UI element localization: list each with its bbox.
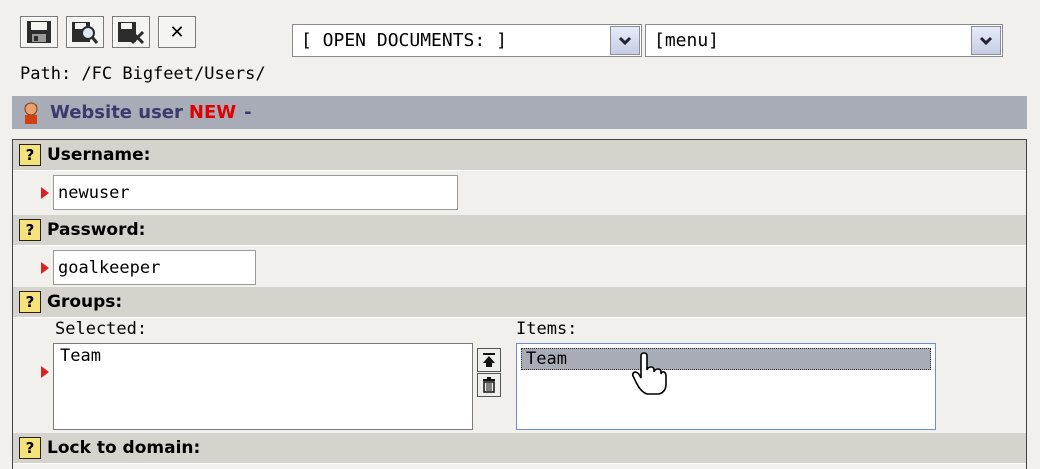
toolbar: ✕ <box>20 16 196 56</box>
form-panel: ? Username: newuser ? Password: goalkeep… <box>12 139 1027 469</box>
chevron-down-icon[interactable] <box>610 26 640 55</box>
help-icon[interactable]: ? <box>19 291 41 313</box>
move-top-icon <box>483 353 495 367</box>
password-input[interactable]: goalkeeper <box>53 250 256 285</box>
selected-label: Selected: <box>55 319 148 339</box>
save-and-close-button[interactable] <box>112 16 150 48</box>
save-button[interactable] <box>20 16 58 48</box>
record-suffix: - <box>244 102 252 123</box>
username-value: newuser <box>58 182 130 203</box>
required-marker-icon <box>41 366 49 378</box>
save-and-view-button[interactable] <box>66 16 104 48</box>
password-value: goalkeeper <box>58 257 161 278</box>
save-icon <box>27 21 51 43</box>
list-item[interactable]: Team <box>54 344 472 368</box>
menu-value: [menu] <box>654 30 720 51</box>
help-icon[interactable]: ? <box>19 437 41 459</box>
new-badge: NEW <box>188 102 237 123</box>
save-close-icon <box>118 22 145 45</box>
close-button[interactable]: ✕ <box>158 16 196 48</box>
groups-label-row: ? Groups: <box>13 287 1026 318</box>
username-label-row: ? Username: <box>13 140 1026 171</box>
menu-select[interactable]: [menu] <box>645 24 1003 57</box>
username-input[interactable]: newuser <box>53 175 458 210</box>
remove-button[interactable] <box>477 373 501 397</box>
record-title: Website user <box>50 102 183 123</box>
items-label: Items: <box>516 319 578 339</box>
breadcrumb: Path: /FC Bigfeet/Users/ <box>20 64 266 84</box>
trash-icon <box>483 377 495 393</box>
close-icon: ✕ <box>169 21 185 43</box>
required-marker-icon <box>41 187 49 199</box>
list-item[interactable]: Team <box>521 348 931 370</box>
user-icon <box>22 101 40 125</box>
record-header: Website user NEW - <box>12 96 1027 129</box>
lock-to-domain-label-row: ? Lock to domain: <box>13 433 1026 464</box>
selected-groups-list[interactable]: Team <box>53 343 473 430</box>
lock-to-domain-label: Lock to domain: <box>47 438 201 458</box>
save-view-icon <box>72 22 99 44</box>
password-label-row: ? Password: <box>13 215 1026 246</box>
help-icon[interactable]: ? <box>19 219 41 241</box>
move-to-top-button[interactable] <box>477 348 501 372</box>
groups-label: Groups: <box>47 292 123 312</box>
chevron-down-icon[interactable] <box>971 26 1001 55</box>
available-groups-list[interactable]: Team <box>516 343 936 430</box>
hand-cursor-icon <box>631 352 667 395</box>
open-documents-value: [ OPEN DOCUMENTS: ] <box>301 30 507 51</box>
password-label: Password: <box>47 220 146 240</box>
username-label: Username: <box>47 145 151 165</box>
open-documents-select[interactable]: [ OPEN DOCUMENTS: ] <box>292 24 642 57</box>
help-icon[interactable]: ? <box>19 144 41 166</box>
required-marker-icon <box>41 262 49 274</box>
